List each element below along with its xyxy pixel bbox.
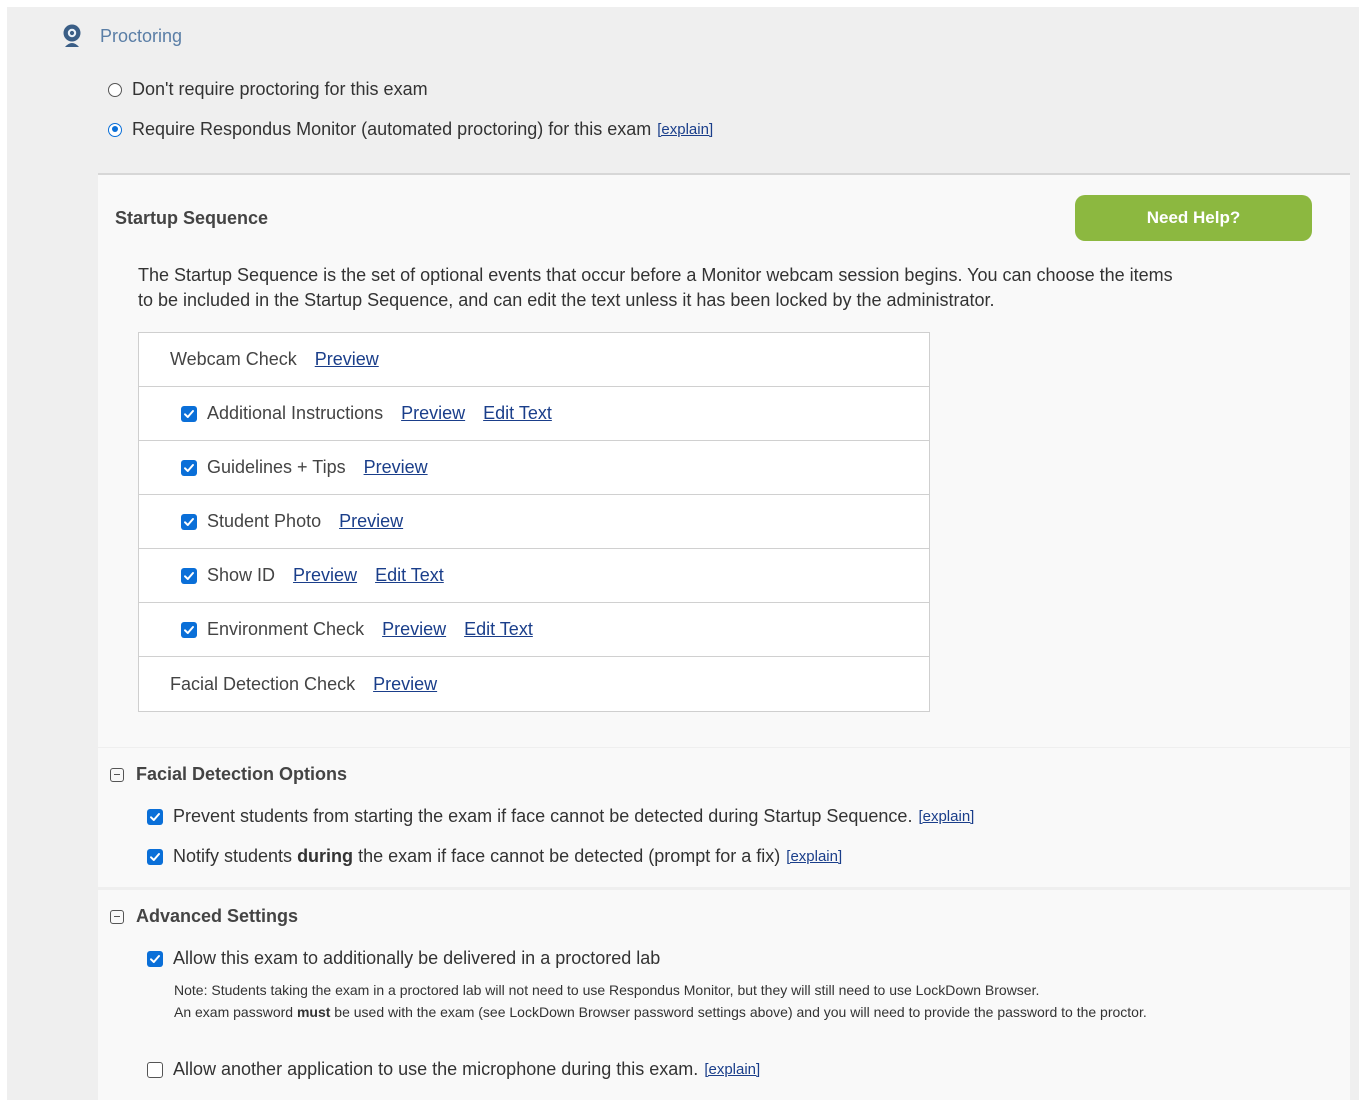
notify-students-checkbox[interactable] (147, 848, 163, 865)
student-photo-checkbox[interactable] (181, 513, 197, 530)
microphone-label: Allow another application to use the mic… (173, 1059, 699, 1079)
proctored-lab-option[interactable]: Allow this exam to additionally be deliv… (147, 948, 660, 969)
facial-detection-header[interactable]: Facial Detection Options (110, 764, 347, 785)
microphone-option[interactable]: Allow another application to use the mic… (147, 1059, 760, 1080)
checkmark-icon (184, 409, 194, 418)
no-proctoring-option[interactable]: Don't require proctoring for this exam (108, 79, 428, 100)
preview-link[interactable]: Preview (339, 511, 403, 532)
seq-item-label: Facial Detection Check (170, 673, 356, 694)
checkmark-icon (150, 852, 160, 861)
seq-item-additional-instructions: Additional Instructions Preview Edit Tex… (139, 387, 929, 441)
notify-text-pre: Notify students (173, 846, 298, 866)
edit-text-link[interactable]: Edit Text (375, 565, 444, 586)
edit-text-link[interactable]: Edit Text (464, 619, 533, 640)
checkmark-icon (184, 463, 194, 472)
seq-item-show-id: Show ID Preview Edit Text (139, 549, 929, 603)
preview-link[interactable]: Preview (401, 403, 465, 424)
prevent-start-checkbox[interactable] (147, 808, 163, 825)
startup-sequence-title: Startup Sequence (115, 208, 269, 228)
checkmark-icon (150, 954, 160, 963)
collapse-icon[interactable] (110, 909, 124, 924)
checkmark-icon (184, 571, 194, 580)
proctoring-header: Proctoring (62, 24, 182, 48)
seq-item-label: Guidelines + Tips (207, 457, 346, 477)
advanced-settings-panel: Advanced Settings Allow this exam to add… (98, 890, 1350, 1100)
note-line-1: Note: Students taking the exam in a proc… (174, 982, 1040, 998)
note-text-post: be used with the exam (see LockDown Brow… (330, 1004, 1147, 1020)
prevent-start-explain-link[interactable]: [explain] (918, 808, 974, 825)
need-help-button[interactable]: Need Help? (1075, 195, 1312, 241)
proctored-lab-label: Allow this exam to additionally be deliv… (173, 948, 661, 968)
notify-text-post: the exam if face cannot be detected (pro… (353, 846, 781, 866)
seq-item-label: Environment Check (207, 619, 365, 639)
advanced-settings-title: Advanced Settings (136, 906, 299, 926)
preview-link[interactable]: Preview (373, 674, 437, 695)
notify-students-label: Notify students during the exam if face … (173, 846, 780, 867)
webcam-icon (62, 24, 82, 48)
checkmark-icon (184, 517, 194, 526)
checkmark-icon (184, 625, 194, 634)
prevent-start-label: Prevent students from starting the exam … (173, 806, 913, 826)
startup-sequence-table: Webcam Check Preview Additional Instruct… (138, 332, 930, 712)
startup-sequence-panel: Startup Sequence Need Help? The Startup … (98, 173, 1350, 747)
microphone-explain-link[interactable]: [explain] (704, 1061, 760, 1078)
seq-item-label: Show ID (207, 565, 276, 585)
note-text-bold: must (296, 1004, 331, 1020)
no-proctoring-radio[interactable] (108, 82, 122, 97)
facial-detection-panel: Facial Detection Options Prevent student… (98, 748, 1350, 887)
environment-check-checkbox[interactable] (181, 621, 197, 638)
guidelines-tips-checkbox[interactable] (181, 459, 197, 476)
no-proctoring-label: Don't require proctoring for this exam (132, 79, 428, 99)
notify-students-option[interactable]: Notify students during the exam if face … (147, 846, 842, 867)
facial-detection-title: Facial Detection Options (136, 764, 348, 784)
note-text-pre: An exam password (174, 1004, 297, 1020)
preview-link[interactable]: Preview (315, 349, 379, 370)
seq-item-webcam-check: Webcam Check Preview (139, 333, 929, 387)
require-monitor-explain-link[interactable]: [explain] (657, 121, 713, 138)
microphone-checkbox[interactable] (147, 1061, 163, 1078)
note-line-2: An exam password must be used with the e… (174, 1001, 1294, 1023)
collapse-icon[interactable] (110, 767, 124, 782)
require-monitor-option[interactable]: Require Respondus Monitor (automated pro… (108, 119, 713, 140)
checkmark-icon (150, 812, 160, 821)
seq-item-guidelines-tips: Guidelines + Tips Preview (139, 441, 929, 495)
startup-sequence-description: The Startup Sequence is the set of optio… (138, 265, 1173, 310)
preview-link[interactable]: Preview (293, 565, 357, 586)
proctored-lab-note: Note: Students taking the exam in a proc… (174, 979, 1294, 1023)
proctored-lab-checkbox[interactable] (147, 950, 163, 967)
seq-item-label: Webcam Check (170, 349, 297, 369)
seq-item-student-photo: Student Photo Preview (139, 495, 929, 549)
edit-text-link[interactable]: Edit Text (483, 403, 552, 424)
seq-item-label: Student Photo (207, 511, 322, 531)
seq-item-facial-detection-check: Facial Detection Check Preview (139, 657, 929, 711)
additional-instructions-checkbox[interactable] (181, 405, 197, 422)
proctoring-title: Proctoring (100, 25, 183, 46)
seq-item-label: Additional Instructions (207, 403, 384, 423)
seq-item-environment-check: Environment Check Preview Edit Text (139, 603, 929, 657)
prevent-start-option[interactable]: Prevent students from starting the exam … (147, 806, 974, 827)
require-monitor-label: Require Respondus Monitor (automated pro… (132, 119, 652, 139)
require-monitor-radio[interactable] (108, 122, 122, 137)
preview-link[interactable]: Preview (382, 619, 446, 640)
preview-link[interactable]: Preview (364, 457, 428, 478)
notify-text-bold: during (297, 846, 354, 866)
notify-students-explain-link[interactable]: [explain] (786, 848, 842, 865)
advanced-settings-header[interactable]: Advanced Settings (110, 906, 298, 927)
show-id-checkbox[interactable] (181, 567, 197, 584)
